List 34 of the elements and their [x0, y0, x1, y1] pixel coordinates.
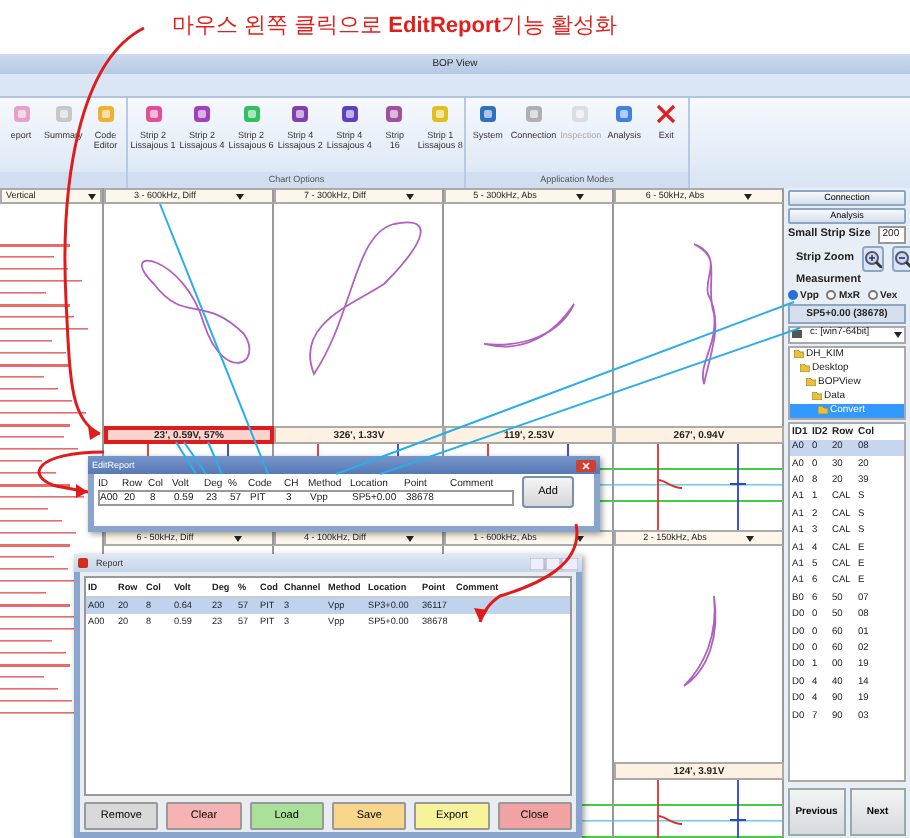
lissajous-curve [483, 303, 575, 348]
zoom-in-button[interactable] [862, 246, 885, 272]
lissajous-curve [683, 595, 717, 687]
caret-icon [744, 193, 753, 199]
app-icon [430, 104, 451, 124]
zoom-in-icon [864, 250, 883, 268]
app-icon [53, 104, 74, 124]
drive-icon [792, 330, 802, 339]
lissajous-curve [141, 259, 251, 364]
app-icon [290, 104, 311, 124]
zoom-out-icon [894, 250, 910, 268]
caret-icon [746, 535, 755, 541]
app-icon [384, 104, 405, 124]
annotation-text: 마우스 왼쪽 클릭으로 EditReport기능 활성화 [172, 13, 617, 41]
caret-icon [576, 193, 585, 199]
app-icon [95, 104, 116, 124]
window-controls-icon[interactable] [530, 557, 578, 569]
app-icon [614, 104, 635, 124]
app-icon [477, 104, 498, 124]
zoom-out-button[interactable] [892, 246, 910, 272]
close-icon [656, 104, 677, 124]
app-icon [570, 104, 591, 124]
caret-icon [235, 193, 244, 199]
app-icon [78, 557, 88, 568]
app-icon [241, 104, 262, 124]
app-icon [143, 104, 164, 124]
caret-icon [894, 331, 902, 338]
app-icon [523, 104, 544, 124]
app-icon [339, 104, 360, 124]
caret-icon [88, 193, 96, 199]
app-icon [11, 104, 31, 124]
app-icon [192, 104, 213, 124]
lissajous-curve [693, 243, 717, 385]
caret-icon [405, 193, 414, 199]
